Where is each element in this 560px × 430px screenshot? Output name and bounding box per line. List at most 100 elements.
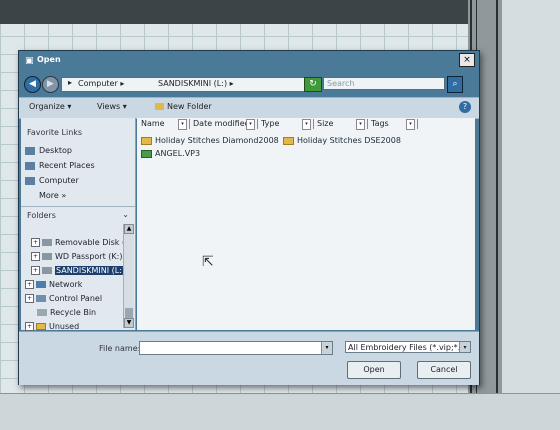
list-item[interactable]: Holiday Stitches DSE2008: [283, 136, 401, 145]
breadcrumb-sandiskmini[interactable]: SANDISKMINI (L:) ▸: [158, 79, 234, 88]
list-item[interactable]: ANGEL.VP3: [141, 149, 200, 158]
drive-icon: [42, 239, 52, 246]
column-header-label: Tags: [371, 119, 389, 128]
address-row: ◀ ▶ ▸ Computer ▸ SANDISKMINI (L:) ▸ ▾ ↻ …: [19, 73, 479, 95]
tree-item-sandiskmini[interactable]: + SANDISKMINI (L:): [31, 266, 127, 275]
background-window-edge: [468, 0, 560, 430]
column-headers: Name ▾ Date modified ▾ Type ▾ Size ▾ Tags ▾: [139, 119, 475, 130]
column-header-size[interactable]: Size ▾: [315, 119, 368, 130]
close-button[interactable]: ×: [459, 53, 475, 67]
breadcrumb-computer[interactable]: Computer ▸: [78, 79, 124, 88]
edge-panel: [502, 0, 560, 430]
column-sort-icon[interactable]: ▾: [406, 119, 415, 130]
column-header-tags[interactable]: Tags ▾: [369, 119, 418, 130]
title-bar[interactable]: ▣ Open ×: [19, 51, 479, 71]
favorite-link-label: Computer: [39, 176, 79, 185]
dialog-icon: ▣: [25, 56, 34, 66]
file-name: Holiday Stitches Diamond2008: [155, 136, 279, 145]
favorite-link-desktop[interactable]: Desktop: [25, 146, 72, 155]
tree-item-unused[interactable]: + Unused: [25, 322, 79, 331]
column-sort-icon[interactable]: ▾: [302, 119, 311, 130]
tree-item-label: Removable Disk (J: [55, 238, 128, 247]
new-folder-button[interactable]: New Folder: [155, 102, 212, 111]
folder-icon: [36, 323, 46, 330]
tree-item-label: WD Passport (K:): [55, 252, 123, 261]
column-header-label: Date modified: [193, 119, 250, 128]
expand-icon[interactable]: +: [31, 252, 40, 261]
toolbar: Organize ▾ Views ▾ New Folder ?: [19, 97, 479, 119]
column-header-label: Size: [317, 119, 334, 128]
folder-icon: [141, 136, 152, 145]
open-dialog: ▣ Open × ◀ ▶ ▸ Computer ▸ SANDISKMINI (L…: [18, 50, 480, 385]
address-bar[interactable]: ▸ Computer ▸ SANDISKMINI (L:) ▸ ▾: [61, 77, 315, 92]
expand-icon[interactable]: +: [25, 280, 34, 289]
favorite-link-computer[interactable]: Computer: [25, 176, 79, 185]
scrollbar-thumb[interactable]: [125, 308, 133, 318]
refresh-button[interactable]: ↻: [304, 77, 322, 92]
favorite-link-label: Recent Places: [39, 161, 95, 170]
tree-item-network[interactable]: + Network: [25, 280, 82, 289]
organize-button[interactable]: Organize ▾: [29, 102, 71, 111]
favorite-link-recent-places[interactable]: Recent Places: [25, 161, 95, 170]
list-item[interactable]: Holiday Stitches Diamond2008: [141, 136, 279, 145]
file-name-field[interactable]: ▾: [139, 341, 333, 355]
column-header-type[interactable]: Type ▾: [259, 119, 314, 130]
control-panel-icon: [36, 295, 46, 302]
new-folder-icon: [155, 103, 164, 110]
tree-item-control-panel[interactable]: + Control Panel: [25, 294, 102, 303]
drive-icon: [42, 267, 52, 274]
recent-places-icon: [25, 161, 35, 170]
column-header-name[interactable]: Name ▾: [139, 119, 190, 130]
navigation-pane: Favorite Links Desktop Recent Places Com…: [21, 118, 136, 331]
background-bottom-strip: [0, 393, 560, 430]
file-name: ANGEL.VP3: [155, 149, 201, 158]
column-sort-icon[interactable]: ▾: [356, 119, 365, 130]
folders-label: Folders: [27, 211, 56, 220]
cancel-button[interactable]: Cancel: [417, 361, 471, 379]
tree-item-label: Control Panel: [49, 294, 103, 303]
chevron-down-icon: ⌄: [122, 210, 129, 219]
expand-icon[interactable]: +: [31, 238, 40, 247]
favorite-link-label: Desktop: [39, 146, 72, 155]
tree-item-label: Unused: [49, 322, 80, 331]
file-type-select[interactable]: All Embroidery Files (*.vip;*.vp ▾: [345, 341, 471, 353]
recycle-bin-icon: [37, 309, 47, 316]
column-sort-icon[interactable]: ▾: [178, 119, 187, 130]
file-list-pane[interactable]: Name ▾ Date modified ▾ Type ▾ Size ▾ Tags ▾ H…: [137, 118, 475, 330]
column-header-label: Type: [261, 119, 280, 128]
file-type-value: All Embroidery Files (*.vip;*.vp: [348, 343, 471, 352]
expand-icon[interactable]: +: [25, 322, 34, 331]
more-links-button[interactable]: More »: [39, 191, 66, 200]
tree-item-wd-passport[interactable]: + WD Passport (K:): [31, 252, 122, 261]
computer-icon: [25, 176, 35, 185]
drive-icon: [42, 253, 52, 260]
column-header-date-modified[interactable]: Date modified ▾: [191, 119, 258, 130]
tree-item-recycle-bin[interactable]: Recycle Bin: [37, 308, 96, 317]
open-button[interactable]: Open: [347, 361, 401, 379]
dialog-footer: File name: ▾ All Embroidery Files (*.vip…: [19, 331, 479, 385]
expand-icon[interactable]: +: [31, 266, 40, 275]
dialog-title: Open: [37, 55, 61, 64]
folder-icon: [283, 136, 294, 145]
back-button[interactable]: ◀: [24, 76, 41, 93]
forward-button[interactable]: ▶: [42, 76, 59, 93]
desktop-icon: [25, 146, 35, 155]
views-button[interactable]: Views ▾: [97, 102, 127, 111]
search-input[interactable]: Search: [323, 77, 445, 90]
chevron-down-icon[interactable]: ▾: [321, 342, 332, 354]
network-icon: [36, 281, 46, 288]
search-icon[interactable]: ⌕: [447, 76, 463, 93]
favorite-links-heading: Favorite Links: [27, 128, 83, 137]
folders-scrollbar[interactable]: ▲ ▼: [123, 224, 134, 328]
mouse-pointer-icon: ⇱: [202, 254, 214, 270]
new-folder-label: New Folder: [167, 102, 212, 111]
column-sort-icon[interactable]: ▾: [246, 119, 255, 130]
expand-icon[interactable]: +: [25, 294, 34, 303]
scroll-up-icon[interactable]: ▲: [124, 224, 134, 234]
scroll-down-icon[interactable]: ▼: [124, 318, 134, 328]
chevron-down-icon[interactable]: ▾: [459, 342, 470, 352]
folders-header[interactable]: Folders ⌄: [21, 206, 135, 223]
tree-item-removable-disk[interactable]: + Removable Disk (J: [31, 238, 127, 247]
help-icon[interactable]: ?: [459, 101, 471, 113]
edge-stripe: [496, 0, 498, 430]
